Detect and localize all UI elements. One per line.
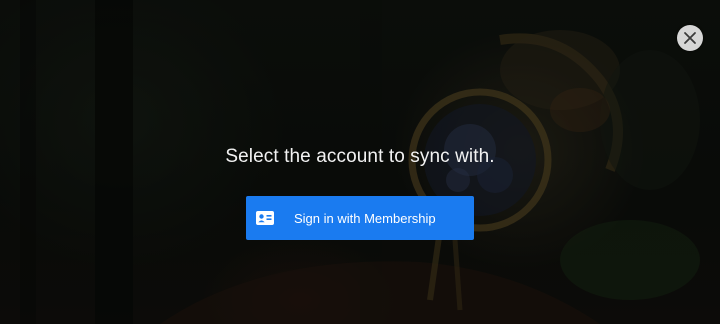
sign-in-button-label: Sign in with Membership [294,210,436,226]
close-button[interactable] [677,25,703,51]
sign-in-membership-button[interactable]: Sign in with Membership [246,196,474,240]
sync-prompt-text: Select the account to sync with. [225,146,495,167]
close-icon [684,32,696,44]
member-card-icon [256,211,274,225]
sync-account-screen: Select the account to sync with. Sign in… [0,0,720,324]
